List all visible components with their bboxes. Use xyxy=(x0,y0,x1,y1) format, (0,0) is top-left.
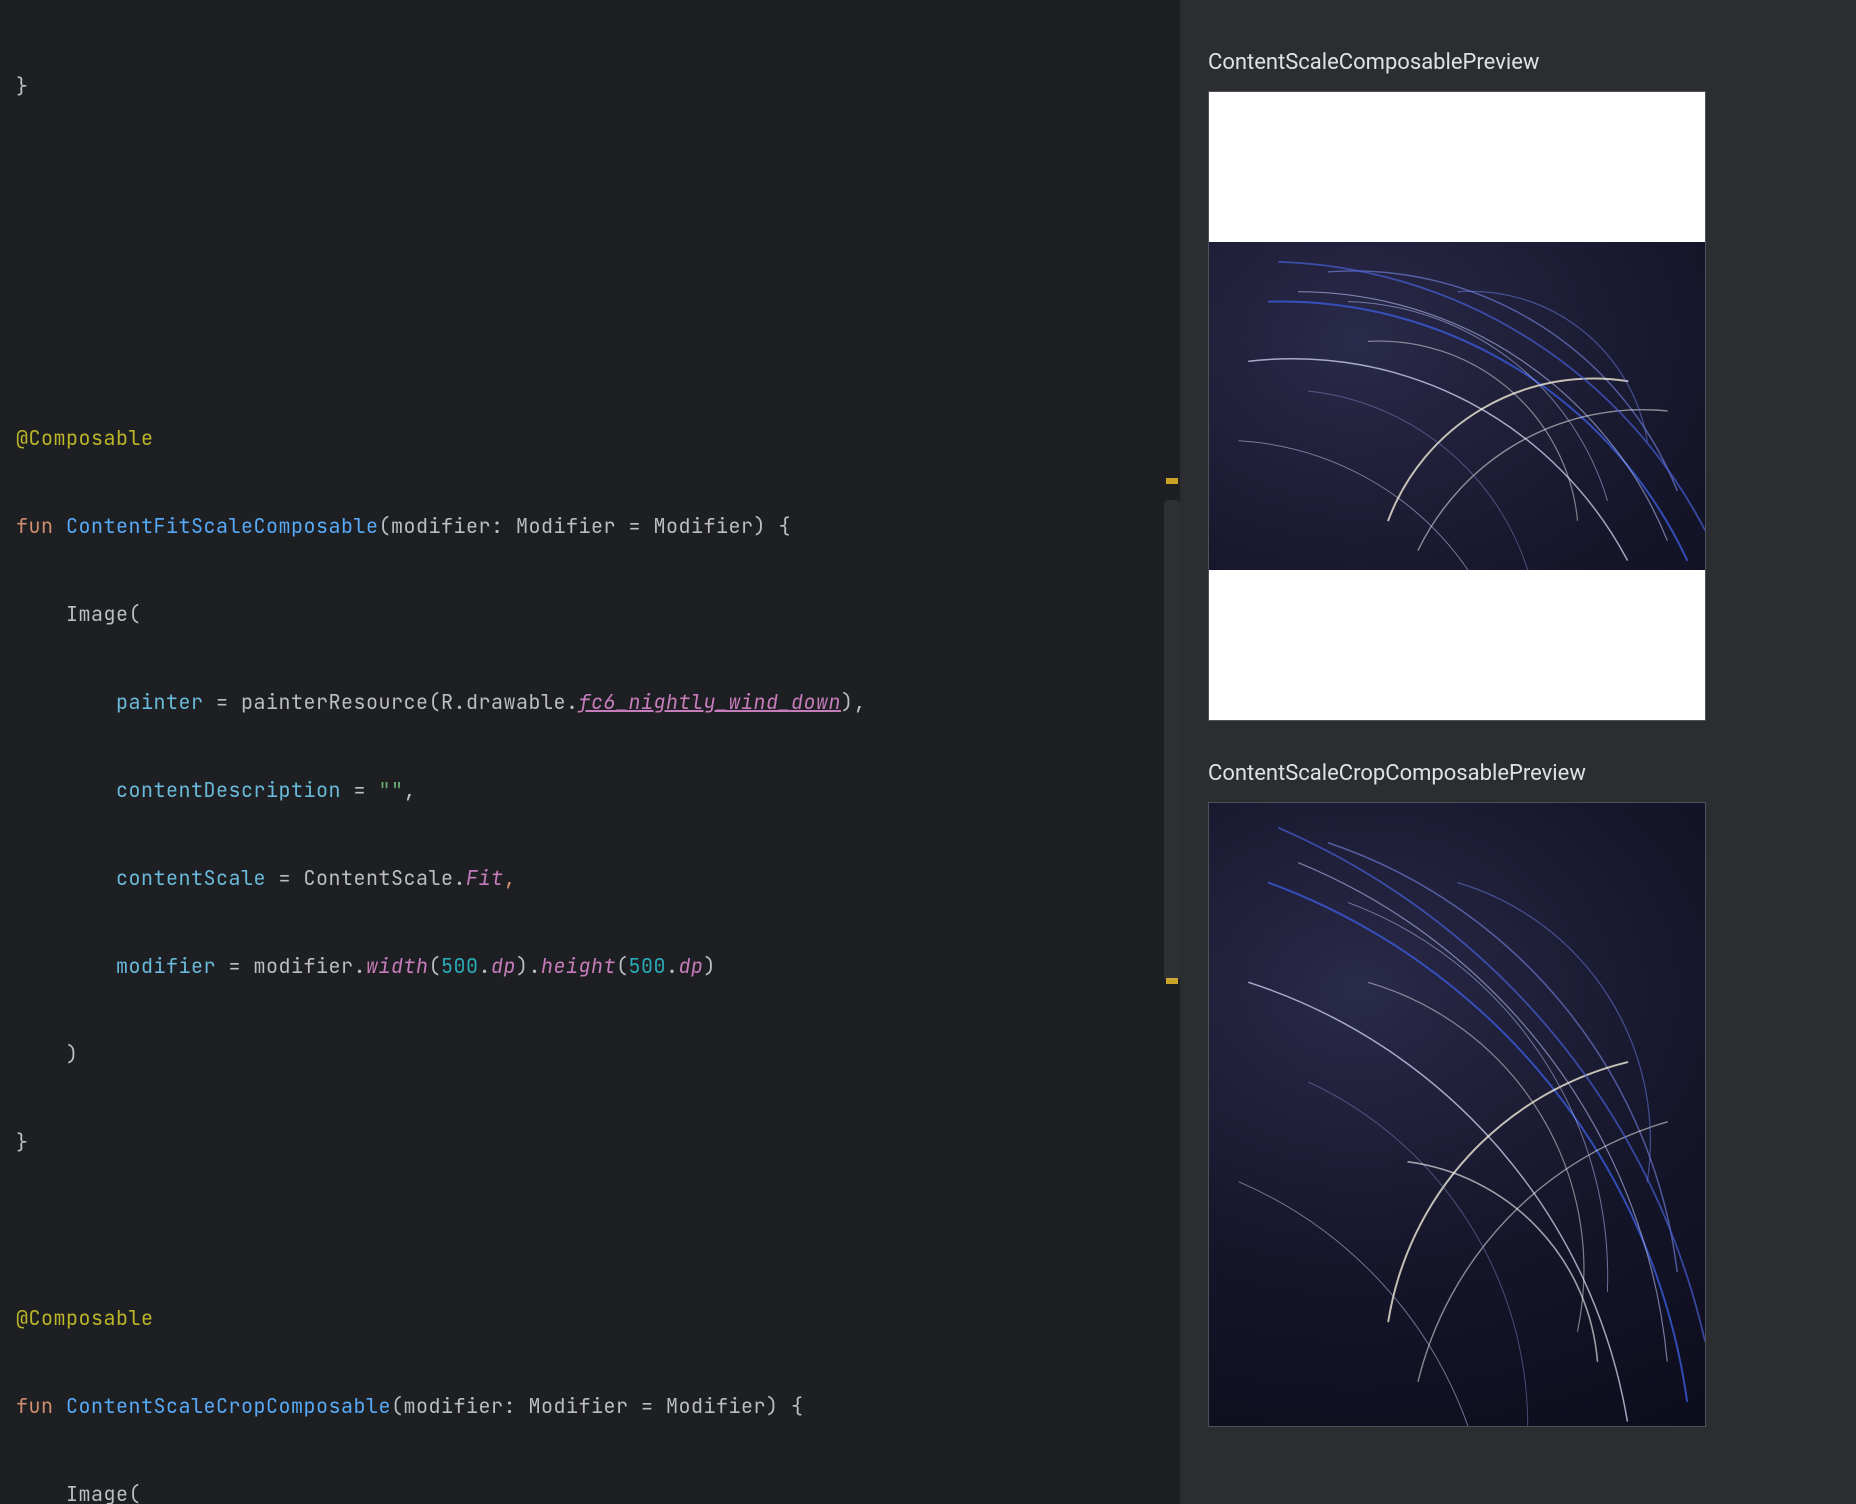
fn-name-2: ContentScaleCropComposable xyxy=(66,1393,391,1419)
keyword-fun-1: fun xyxy=(16,513,54,539)
image-call-1: Image xyxy=(66,601,129,627)
fn-name-1: ContentFitScaleComposable xyxy=(66,513,379,539)
code-editor-pane[interactable]: } @Composable fun ContentFitScaleComposa… xyxy=(0,0,1180,1504)
preview-title-1: ContentScaleComposablePreview xyxy=(1208,50,1816,75)
starfield-image-2 xyxy=(1209,803,1705,1426)
preview-image-fit[interactable] xyxy=(1208,91,1706,721)
drawable-link-1[interactable]: fc6_nightly_wind_down xyxy=(579,689,842,715)
preview-block-1[interactable]: ContentScaleComposablePreview xyxy=(1208,50,1816,721)
code-area[interactable]: } @Composable fun ContentFitScaleComposa… xyxy=(0,0,1180,1504)
preview-title-2: ContentScaleCropComposablePreview xyxy=(1208,761,1816,786)
letterbox-bottom xyxy=(1209,570,1705,720)
preview-image-crop[interactable] xyxy=(1208,802,1706,1427)
preview-block-2[interactable]: ContentScaleCropComposablePreview xyxy=(1208,761,1816,1427)
annotation-composable-2: @Composable xyxy=(16,1305,154,1331)
letterbox-top xyxy=(1209,92,1705,242)
minimap-marker xyxy=(1166,478,1178,484)
starfield-image-1 xyxy=(1209,242,1705,570)
annotation-composable: @Composable xyxy=(16,425,154,451)
ide-root: } @Composable fun ContentFitScaleComposa… xyxy=(0,0,1856,1504)
brace-close: } xyxy=(16,73,29,99)
fn-sig-1: (modifier: Modifier = Modifier) { xyxy=(379,513,792,539)
editor-scrollbar[interactable] xyxy=(1164,500,1180,980)
editor-minimap[interactable] xyxy=(1162,0,1180,1504)
compose-preview-pane[interactable]: ContentScaleComposablePreview xyxy=(1180,0,1856,1504)
